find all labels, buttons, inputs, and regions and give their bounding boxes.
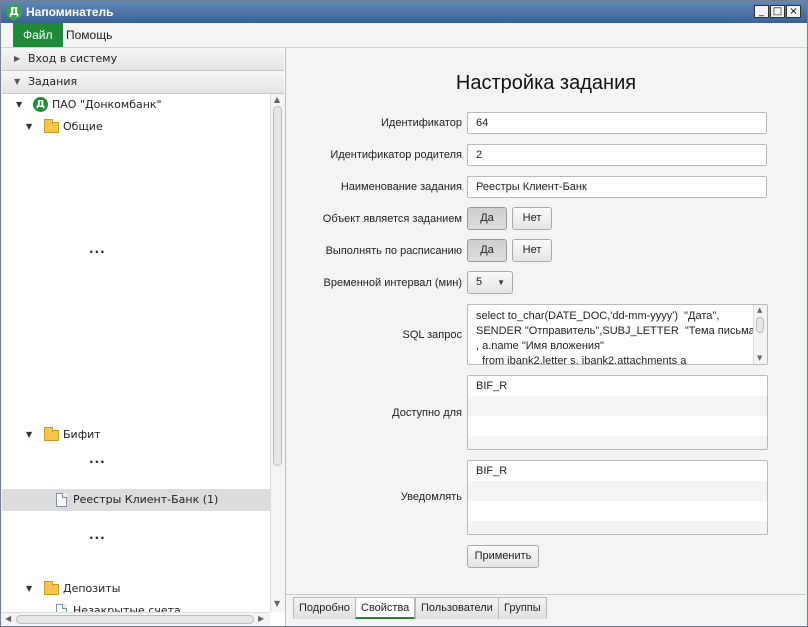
notify-label: Уведомлять — [400, 491, 462, 503]
task-name-field[interactable]: Реестры Клиент-Банк — [467, 176, 767, 198]
tree-ellipsis: ... — [89, 242, 106, 256]
close-button[interactable]: × — [786, 5, 801, 18]
tree-node-bank[interactable]: ▼ Д ПАО "Донкомбанк" — [2, 94, 270, 116]
tree-ellipsis: ... — [89, 528, 106, 542]
scroll-up-icon[interactable]: ▲ — [274, 95, 280, 104]
folder-icon — [44, 119, 59, 133]
scroll-thumb[interactable] — [273, 106, 282, 466]
schedule-no-button[interactable]: Нет — [512, 239, 552, 262]
schedule-label: Выполнять по расписанию — [325, 245, 462, 257]
navigation-panel: ▶ Вход в систему ▼ Задания ▼ Д ПАО "Донк… — [2, 48, 286, 626]
scroll-thumb[interactable] — [756, 317, 764, 333]
page-title: Настройка задания — [455, 72, 637, 94]
scroll-down-icon[interactable]: ▼ — [757, 354, 762, 362]
minimize-button[interactable]: _ — [754, 5, 769, 18]
maximize-button[interactable]: □ — [770, 5, 785, 18]
parent-id-field[interactable]: 2 — [467, 144, 767, 166]
id-label: Идентификатор — [381, 117, 462, 129]
chevron-down-icon: ▼ — [497, 278, 505, 287]
tree-node-label: Бифит — [63, 428, 101, 441]
available-for-list[interactable]: BIF_R — [467, 375, 768, 450]
tab-details[interactable]: Подробно — [293, 597, 356, 619]
expanded-arrow-icon: ▼ — [14, 77, 21, 86]
id-field[interactable]: 64 — [467, 112, 767, 134]
tree-vertical-scrollbar[interactable]: ▲ ▼ — [270, 94, 285, 612]
tree-node-partial[interactable]: Незакрытые счета — [2, 600, 270, 612]
expand-arrow-icon[interactable]: ▼ — [26, 578, 32, 600]
interval-label: Временной интервал (мин) — [323, 277, 462, 289]
expand-arrow-icon[interactable]: ▼ — [26, 424, 32, 446]
tab-groups[interactable]: Группы — [498, 597, 547, 619]
tab-bar: Подробно Свойства Пользователи Группы — [286, 594, 806, 619]
interval-select[interactable]: 5 ▼ — [467, 271, 513, 294]
tree-node-label: Реестры Клиент-Банк (1) — [73, 493, 219, 506]
notify-list[interactable]: BIF_R — [467, 460, 768, 535]
is-task-yes-button[interactable]: Да — [467, 207, 507, 230]
document-icon — [56, 493, 67, 507]
task-settings-panel: Настройка задания Идентификатор 64 Идент… — [286, 48, 806, 626]
is-task-no-button[interactable]: Нет — [512, 207, 552, 230]
apply-button[interactable]: Применить — [467, 545, 539, 568]
tree-node-label: Депозиты — [63, 582, 121, 595]
window-title: Напоминатель — [26, 5, 114, 19]
sql-query-field[interactable]: select to_char(DATE_DOC,'dd-mm-yyyy') "Д… — [467, 304, 768, 365]
app-window: Д Напоминатель _ □ × Файл Помощь ▶ Вход … — [0, 0, 808, 627]
scroll-right-icon[interactable]: ▶ — [258, 614, 264, 623]
interval-value: 5 — [476, 276, 483, 288]
list-item[interactable]: BIF_R — [468, 461, 767, 481]
scroll-down-icon[interactable]: ▼ — [274, 599, 280, 608]
sql-query-text: select to_char(DATE_DOC,'dd-mm-yyyy') "Д… — [476, 310, 759, 365]
sql-label: SQL запрос — [402, 329, 462, 341]
scroll-left-icon[interactable]: ◀ — [5, 614, 11, 623]
tree-node-label: Незакрытые счета — [73, 604, 181, 612]
section-tasks-label: Задания — [28, 75, 78, 88]
tree-horizontal-scrollbar[interactable]: ◀ ▶ — [2, 612, 270, 626]
tree-node-selected[interactable]: Реестры Клиент-Банк (1) — [2, 489, 270, 511]
app-logo-icon: Д — [6, 4, 22, 20]
collapsed-arrow-icon: ▶ — [14, 54, 21, 63]
tree-node-bifit[interactable]: ▼ Бифит — [2, 424, 270, 446]
section-login-label: Вход в систему — [28, 52, 118, 65]
scroll-up-icon[interactable]: ▲ — [757, 306, 762, 314]
section-login[interactable]: ▶ Вход в систему — [2, 48, 284, 71]
task-tree: ▼ Д ПАО "Донкомбанк" ▼ Общие ... ▼ Бифит… — [2, 94, 270, 612]
section-tasks[interactable]: ▼ Задания — [2, 71, 284, 94]
tree-ellipsis: ... — [89, 452, 106, 466]
tab-properties[interactable]: Свойства — [355, 597, 416, 619]
available-for-label: Доступно для — [392, 407, 462, 419]
sql-scrollbar[interactable]: ▲ ▼ — [753, 305, 767, 364]
parent-id-label: Идентификатор родителя — [330, 149, 462, 161]
folder-icon — [44, 427, 59, 441]
expand-arrow-icon[interactable]: ▼ — [16, 94, 22, 116]
schedule-yes-button[interactable]: Да — [467, 239, 507, 262]
tab-users[interactable]: Пользователи — [415, 597, 499, 619]
is-task-label: Объект является заданием — [322, 213, 462, 225]
bank-logo-icon: Д — [33, 97, 48, 112]
menu-bar: Файл Помощь — [1, 23, 807, 48]
expand-arrow-icon[interactable]: ▼ — [26, 116, 32, 138]
title-bar: Д Напоминатель _ □ × — [1, 1, 807, 23]
list-item[interactable]: BIF_R — [468, 376, 767, 396]
task-name-label: Наименование задания — [340, 181, 462, 193]
folder-icon — [44, 581, 59, 595]
tree-node-deposits[interactable]: ▼ Депозиты — [2, 578, 270, 600]
scroll-thumb[interactable] — [16, 615, 254, 624]
tree-node-general[interactable]: ▼ Общие — [2, 116, 270, 138]
tree-node-label: Общие — [63, 120, 103, 133]
document-icon — [56, 604, 67, 612]
menu-help[interactable]: Помощь — [56, 23, 122, 47]
tree-node-label: ПАО "Донкомбанк" — [52, 98, 162, 111]
